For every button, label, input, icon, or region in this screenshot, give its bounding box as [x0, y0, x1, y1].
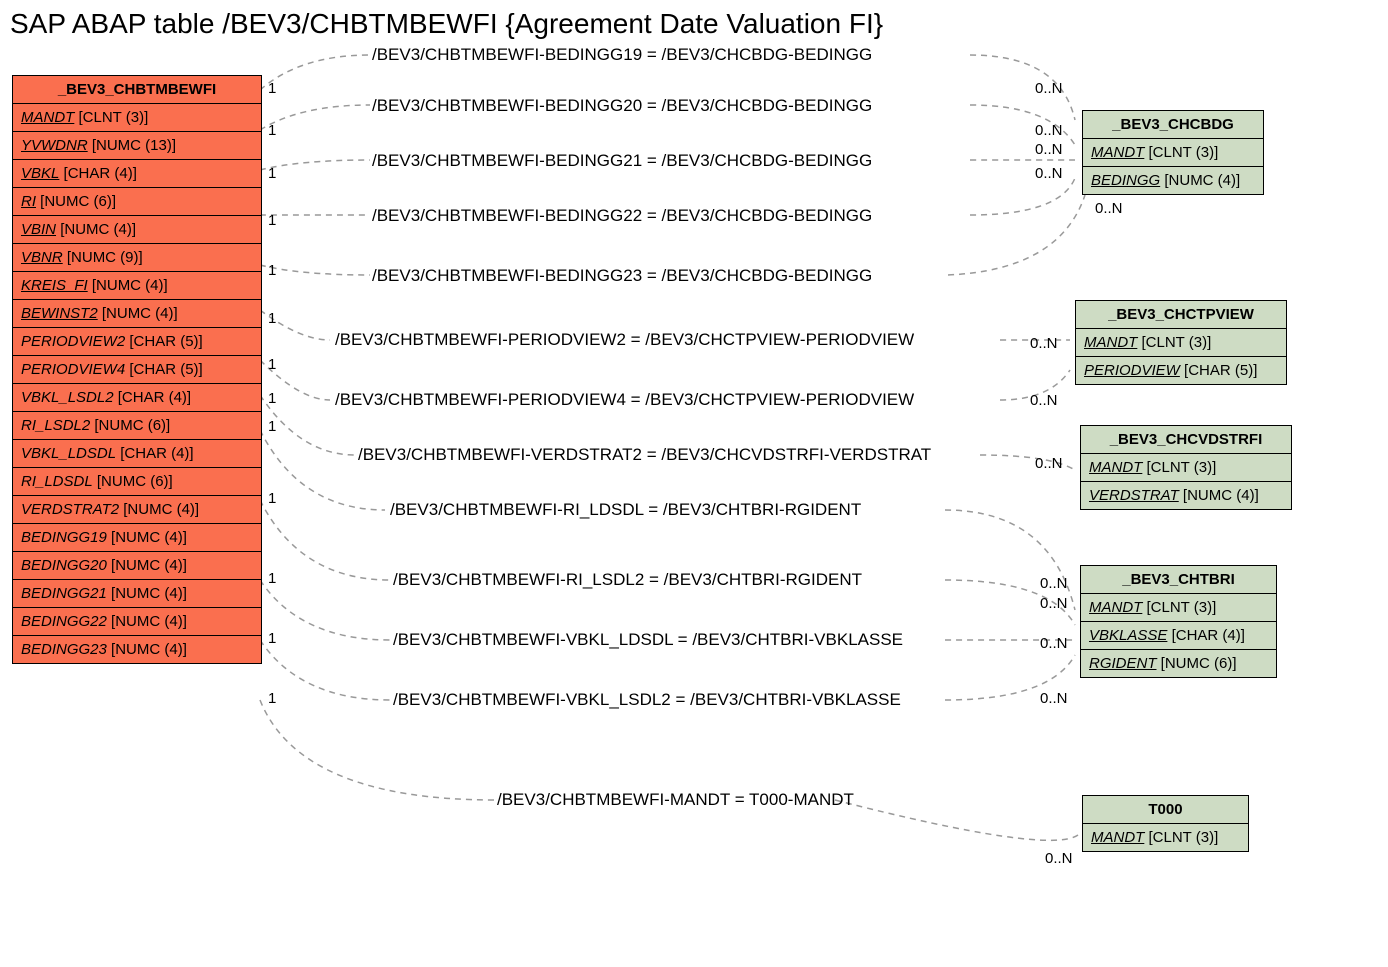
card-left-8: 1: [268, 418, 276, 435]
relation-8: /BEV3/CHBTMBEWFI-RI_LDSDL = /BEV3/CHTBRI…: [390, 500, 861, 520]
card-left-6: 1: [268, 356, 276, 373]
relation-10: /BEV3/CHBTMBEWFI-VBKL_LDSDL = /BEV3/CHTB…: [393, 630, 903, 650]
card-right-3: 0..N: [1035, 165, 1063, 182]
card-left-3: 1: [268, 212, 276, 229]
entity-chcbdg-row-1: BEDINGG [NUMC (4)]: [1083, 167, 1263, 194]
diagram-title: SAP ABAP table /BEV3/CHBTMBEWFI {Agreeme…: [10, 8, 883, 40]
entity-chcbdg-row-0: MANDT [CLNT (3)]: [1083, 139, 1263, 167]
card-left-1: 1: [268, 122, 276, 139]
relation-1: /BEV3/CHBTMBEWFI-BEDINGG20 = /BEV3/CHCBD…: [372, 96, 872, 116]
entity-chcvdstrfi-row-0: MANDT [CLNT (3)]: [1081, 454, 1291, 482]
relation-2: /BEV3/CHBTMBEWFI-BEDINGG21 = /BEV3/CHCBD…: [372, 151, 872, 171]
card-right-12: 0..N: [1045, 850, 1073, 867]
card-right-1: 0..N: [1035, 122, 1063, 139]
entity-chcvdstrfi: _BEV3_CHCVDSTRFI MANDT [CLNT (3)] VERDST…: [1080, 425, 1292, 510]
entity-main-row-14: VERDSTRAT2 [NUMC (4)]: [13, 496, 261, 524]
card-right-0: 0..N: [1035, 80, 1063, 97]
entity-main-header: _BEV3_CHBTMBEWFI: [13, 76, 261, 104]
entity-main-row-9: PERIODVIEW4 [CHAR (5)]: [13, 356, 261, 384]
entity-main-row-5: VBNR [NUMC (9)]: [13, 244, 261, 272]
entity-main-row-4: VBIN [NUMC (4)]: [13, 216, 261, 244]
relation-5: /BEV3/CHBTMBEWFI-PERIODVIEW2 = /BEV3/CHC…: [335, 330, 914, 350]
entity-chtbri-row-2: RGIDENT [NUMC (6)]: [1081, 650, 1276, 677]
entity-main-row-19: BEDINGG23 [NUMC (4)]: [13, 636, 261, 663]
entity-chctpview-row-1: PERIODVIEW [CHAR (5)]: [1076, 357, 1286, 384]
entity-chtbri-row-1: VBKLASSE [CHAR (4)]: [1081, 622, 1276, 650]
relation-9: /BEV3/CHBTMBEWFI-RI_LSDL2 = /BEV3/CHTBRI…: [393, 570, 862, 590]
entity-main-row-13: RI_LDSDL [NUMC (6)]: [13, 468, 261, 496]
entity-main-row-17: BEDINGG21 [NUMC (4)]: [13, 580, 261, 608]
relation-6: /BEV3/CHBTMBEWFI-PERIODVIEW4 = /BEV3/CHC…: [335, 390, 914, 410]
entity-chctpview: _BEV3_CHCTPVIEW MANDT [CLNT (3)] PERIODV…: [1075, 300, 1287, 385]
entity-chcvdstrfi-row-1: VERDSTRAT [NUMC (4)]: [1081, 482, 1291, 509]
entity-main-row-15: BEDINGG19 [NUMC (4)]: [13, 524, 261, 552]
card-left-10: 1: [268, 570, 276, 587]
entity-main-row-1: YVWDNR [NUMC (13)]: [13, 132, 261, 160]
card-left-7: 1: [268, 390, 276, 407]
entity-t000-header: T000: [1083, 796, 1248, 824]
entity-main: _BEV3_CHBTMBEWFI MANDT [CLNT (3)]YVWDNR …: [12, 75, 262, 664]
entity-main-row-18: BEDINGG22 [NUMC (4)]: [13, 608, 261, 636]
entity-chtbri-header: _BEV3_CHTBRI: [1081, 566, 1276, 594]
entity-main-row-2: VBKL [CHAR (4)]: [13, 160, 261, 188]
card-left-4: 1: [268, 262, 276, 279]
entity-main-row-10: VBKL_LSDL2 [CHAR (4)]: [13, 384, 261, 412]
relation-7: /BEV3/CHBTMBEWFI-VERDSTRAT2 = /BEV3/CHCV…: [358, 445, 931, 465]
entity-t000-row-0: MANDT [CLNT (3)]: [1083, 824, 1248, 851]
entity-chcvdstrfi-header: _BEV3_CHCVDSTRFI: [1081, 426, 1291, 454]
card-right-8: 0..N: [1040, 575, 1068, 592]
entity-chtbri: _BEV3_CHTBRI MANDT [CLNT (3)] VBKLASSE […: [1080, 565, 1277, 678]
relation-12: /BEV3/CHBTMBEWFI-MANDT = T000-MANDT: [497, 790, 854, 810]
entity-chtbri-row-0: MANDT [CLNT (3)]: [1081, 594, 1276, 622]
card-left-2: 1: [268, 165, 276, 182]
relation-0: /BEV3/CHBTMBEWFI-BEDINGG19 = /BEV3/CHCBD…: [372, 45, 872, 65]
card-right-2: 0..N: [1035, 141, 1063, 158]
entity-main-row-6: KREIS_FI [NUMC (4)]: [13, 272, 261, 300]
entity-main-row-0: MANDT [CLNT (3)]: [13, 104, 261, 132]
card-right-7: 0..N: [1035, 455, 1063, 472]
entity-chctpview-row-0: MANDT [CLNT (3)]: [1076, 329, 1286, 357]
card-right-6: 0..N: [1030, 392, 1058, 409]
relation-3: /BEV3/CHBTMBEWFI-BEDINGG22 = /BEV3/CHCBD…: [372, 206, 872, 226]
entity-main-row-7: BEWINST2 [NUMC (4)]: [13, 300, 261, 328]
relation-4: /BEV3/CHBTMBEWFI-BEDINGG23 = /BEV3/CHCBD…: [372, 266, 872, 286]
entity-t000: T000 MANDT [CLNT (3)]: [1082, 795, 1249, 852]
entity-main-row-8: PERIODVIEW2 [CHAR (5)]: [13, 328, 261, 356]
entity-main-row-16: BEDINGG20 [NUMC (4)]: [13, 552, 261, 580]
card-right-5: 0..N: [1030, 335, 1058, 352]
entity-chcbdg-header: _BEV3_CHCBDG: [1083, 111, 1263, 139]
card-left-12: 1: [268, 690, 276, 707]
card-left-11: 1: [268, 630, 276, 647]
card-left-0: 1: [268, 80, 276, 97]
card-right-10: 0..N: [1040, 635, 1068, 652]
entity-chcbdg: _BEV3_CHCBDG MANDT [CLNT (3)] BEDINGG [N…: [1082, 110, 1264, 195]
card-right-4: 0..N: [1095, 200, 1123, 217]
card-left-9: 1: [268, 490, 276, 507]
card-left-5: 1: [268, 310, 276, 327]
entity-main-row-12: VBKL_LDSDL [CHAR (4)]: [13, 440, 261, 468]
entity-main-row-11: RI_LSDL2 [NUMC (6)]: [13, 412, 261, 440]
card-right-9: 0..N: [1040, 595, 1068, 612]
card-right-11: 0..N: [1040, 690, 1068, 707]
relation-11: /BEV3/CHBTMBEWFI-VBKL_LSDL2 = /BEV3/CHTB…: [393, 690, 901, 710]
entity-main-row-3: RI [NUMC (6)]: [13, 188, 261, 216]
entity-chctpview-header: _BEV3_CHCTPVIEW: [1076, 301, 1286, 329]
